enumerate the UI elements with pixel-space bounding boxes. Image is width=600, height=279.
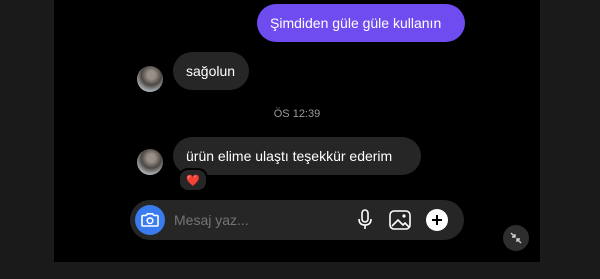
heart-reaction-icon[interactable]: ❤️ bbox=[178, 168, 208, 192]
collapse-icon bbox=[510, 232, 522, 244]
camera-button[interactable] bbox=[135, 205, 165, 235]
message-text: Şimdiden güle güle kullanın bbox=[270, 15, 442, 31]
message-text: ürün elime ulaştı teşekkür ederim bbox=[186, 148, 393, 164]
message-input[interactable] bbox=[174, 200, 344, 240]
message-bubble-outgoing[interactable]: Şimdiden güle güle kullanın bbox=[257, 4, 465, 42]
chat-thread: Şimdiden güle güle kullanın sağolun ÖS 1… bbox=[54, 0, 540, 262]
plus-icon bbox=[426, 209, 448, 231]
gallery-button[interactable] bbox=[389, 209, 411, 231]
message-timestamp: ÖS 12:39 bbox=[273, 108, 321, 120]
message-text: sağolun bbox=[186, 63, 236, 79]
collapse-button[interactable] bbox=[503, 225, 529, 251]
reaction-emoji: ❤️ bbox=[186, 174, 200, 187]
microphone-button[interactable] bbox=[354, 209, 376, 231]
image-icon bbox=[389, 210, 411, 230]
message-composer bbox=[130, 200, 464, 240]
avatar[interactable] bbox=[137, 66, 163, 92]
message-bubble-incoming[interactable]: ürün elime ulaştı teşekkür ederim bbox=[173, 137, 421, 175]
camera-icon bbox=[141, 213, 159, 227]
add-button[interactable] bbox=[426, 209, 448, 231]
message-bubble-incoming[interactable]: sağolun bbox=[173, 52, 249, 90]
microphone-icon bbox=[358, 209, 372, 229]
avatar[interactable] bbox=[137, 149, 163, 175]
